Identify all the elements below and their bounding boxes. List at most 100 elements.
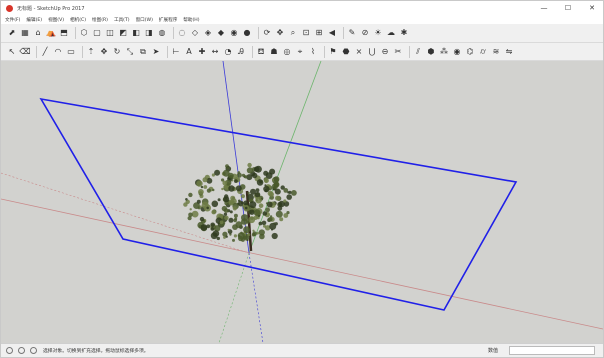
eraser-icon[interactable]: ⌫ <box>19 47 30 57</box>
leaf-cluster <box>206 177 213 184</box>
geo-location-icon[interactable] <box>6 347 13 354</box>
menu-view[interactable]: 视图(V) <box>48 17 64 23</box>
back-view-icon[interactable]: ◧ <box>131 28 141 38</box>
menu-file[interactable]: 文件(F) <box>5 17 20 23</box>
push-pull-icon[interactable]: ⇡ <box>86 47 96 57</box>
move-icon[interactable]: ✥ <box>99 47 109 57</box>
protractor-icon[interactable]: ◔ <box>223 47 233 57</box>
back-edges-icon[interactable]: ◌ <box>177 28 187 38</box>
text-icon[interactable]: A <box>184 47 194 57</box>
previous-view-icon[interactable]: ◀ <box>327 28 337 38</box>
menu-tools[interactable]: 工具(T) <box>114 17 130 23</box>
arc-icon[interactable]: ◠ <box>53 47 63 57</box>
outer-shell-icon[interactable]: ⬢ <box>426 47 436 57</box>
union-icon[interactable]: ⋃ <box>367 47 377 57</box>
rotate-icon[interactable]: ↻ <box>112 47 122 57</box>
maximize-button[interactable]: ☐ <box>557 2 579 14</box>
line-icon[interactable]: ╱ <box>40 47 50 57</box>
sandbox-icon[interactable]: ⌇ <box>308 47 318 57</box>
trim-icon[interactable]: ✂ <box>393 47 403 57</box>
leaf-cluster <box>211 200 219 208</box>
paint-bucket-icon[interactable]: ⛾ <box>256 47 266 57</box>
style-icon[interactable]: ✎ <box>347 28 357 38</box>
toolbar-separator <box>173 27 174 39</box>
rectangle-icon[interactable]: ▭ <box>66 47 76 57</box>
menu-draw[interactable]: 绘图(R) <box>92 17 108 23</box>
walk-icon[interactable]: ☗ <box>269 47 279 57</box>
shaded-icon[interactable]: ◆ <box>216 28 226 38</box>
menu-edit[interactable]: 编辑(E) <box>26 17 42 23</box>
leaf-cluster <box>233 234 237 238</box>
leaf-cluster <box>237 171 241 174</box>
component-icon[interactable]: ▦ <box>20 28 30 38</box>
monochrome-icon[interactable]: ● <box>242 28 252 38</box>
menu-extensions[interactable]: 扩展程序 <box>159 17 177 23</box>
help-icon[interactable] <box>30 347 37 354</box>
follow-me-icon[interactable]: ➤ <box>151 47 161 57</box>
leaf-cluster <box>253 209 261 217</box>
tape-measure-icon[interactable]: ⊢ <box>171 47 181 57</box>
leaf-cluster <box>233 218 237 223</box>
drape-icon[interactable]: ⌭ <box>478 47 488 57</box>
3d-text-icon[interactable]: Ꭿ <box>236 47 246 57</box>
leaf-cluster <box>243 200 249 206</box>
menu-help[interactable]: 帮助(H) <box>183 17 199 23</box>
zoom-icon[interactable]: ⌕ <box>288 28 298 38</box>
hidden-line-icon[interactable]: ◈ <box>203 28 213 38</box>
shaded-texture-icon[interactable]: ◉ <box>229 28 239 38</box>
toolbar-separator <box>258 27 259 39</box>
split-icon[interactable]: ⫽ <box>413 47 423 57</box>
dimension-icon[interactable]: ↔ <box>210 47 220 57</box>
house-icon[interactable]: ⌂ <box>33 28 43 38</box>
minimize-button[interactable]: — <box>533 2 555 14</box>
leaf-cluster <box>233 213 238 218</box>
iso-view-icon[interactable]: ⬡ <box>79 28 89 38</box>
scale-icon[interactable]: ⤡ <box>125 47 135 57</box>
close-button[interactable]: ✕ <box>581 2 603 14</box>
select-arrow-icon[interactable]: ⬈ <box>7 28 17 38</box>
toolbar-separator <box>167 45 168 58</box>
settings-icon[interactable]: ✱ <box>399 28 409 38</box>
look-around-icon[interactable]: ◎ <box>282 47 292 57</box>
offset-icon[interactable]: ⧉ <box>138 47 148 57</box>
footprints-icon[interactable]: ⁂ <box>439 47 449 57</box>
fog-icon[interactable]: ☁ <box>386 28 396 38</box>
menu-window[interactable]: 窗口(W) <box>136 17 153 23</box>
leaf-cluster <box>214 169 221 176</box>
measurements-input[interactable] <box>509 346 595 355</box>
axes-icon[interactable]: ✚ <box>197 47 207 57</box>
credits-icon[interactable] <box>18 347 25 354</box>
flip-edge-icon[interactable]: ⇋ <box>504 47 514 57</box>
leaf-cluster <box>206 206 209 210</box>
zoom-extents-icon[interactable]: ⊞ <box>314 28 324 38</box>
top-view-icon[interactable]: ▢ <box>92 28 102 38</box>
zoom-window-icon[interactable]: ⊡ <box>301 28 311 38</box>
tree-component[interactable] <box>183 162 297 252</box>
drawing-viewport[interactable] <box>1 61 603 343</box>
leaf-cluster <box>196 199 201 204</box>
solid-tools-icon[interactable]: ⬣ <box>341 47 351 57</box>
leaf-cluster <box>223 196 230 203</box>
right-view-icon[interactable]: ◩ <box>118 28 128 38</box>
add-location-icon[interactable]: ⚑ <box>328 47 338 57</box>
warehouse-icon[interactable]: ⛺ <box>46 28 56 38</box>
xray-icon[interactable]: ◍ <box>157 28 167 38</box>
position-camera-icon[interactable]: ⌖ <box>295 47 305 57</box>
shadow-icon[interactable]: ☀ <box>373 28 383 38</box>
stamp-icon[interactable]: ⌬ <box>465 47 475 57</box>
section-plane-icon[interactable]: ⊘ <box>360 28 370 38</box>
eye-icon[interactable]: ◉ <box>452 47 462 57</box>
pan-icon[interactable]: ✥ <box>275 28 285 38</box>
toolbar-top: ⬈ ▦ ⌂ ⛺ ⬒ ⬡ ▢ ◫ ◩ ◧ ◨ ◍ ◌ ◇ ◈ ◆ ◉ ● ⟳ ✥ ⌕ ⊡ ⊞ ◀ ✎ ⊘ ☀ ☁ ✱ <box>1 24 603 43</box>
smoove-icon[interactable]: ≋ <box>491 47 501 57</box>
intersect-icon[interactable]: ⨯ <box>354 47 364 57</box>
orbit-icon[interactable]: ⟳ <box>262 28 272 38</box>
menu-camera[interactable]: 相机(C) <box>70 17 86 23</box>
select-icon[interactable]: ↖ <box>7 47 17 57</box>
subtract-icon[interactable]: ⊖ <box>380 47 390 57</box>
wireframe-icon[interactable]: ◇ <box>190 28 200 38</box>
leaf-cluster <box>254 165 262 173</box>
extension-warehouse-icon[interactable]: ⬒ <box>59 28 69 38</box>
front-view-icon[interactable]: ◫ <box>105 28 115 38</box>
left-view-icon[interactable]: ◨ <box>144 28 154 38</box>
